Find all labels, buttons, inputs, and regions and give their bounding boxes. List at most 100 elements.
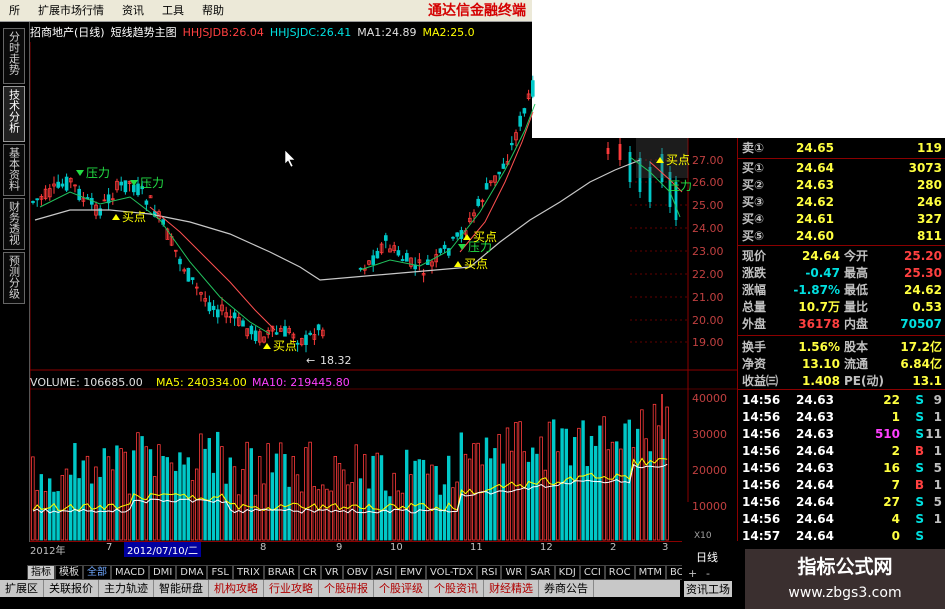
indicator-name: 短线趋势主图	[110, 26, 177, 39]
section-tab-6[interactable]: 个股研报	[319, 580, 374, 597]
indicator-tab-21[interactable]: MTM	[634, 565, 666, 580]
kline-chart[interactable]: 27.00 26.00 25.00 24.00 23.00 22.00 21.00 20.00…	[30, 42, 737, 541]
section-tab-9[interactable]: 财经精选	[484, 580, 539, 597]
stat-value-1: 1.408	[802, 374, 840, 388]
tick-side: S	[915, 495, 924, 509]
indicator-tab-20[interactable]: ROC	[604, 565, 635, 580]
price-tick-8: 19.00	[692, 336, 724, 349]
stat-label-2: 今开	[844, 249, 869, 263]
period-cycle[interactable]: 日线	[696, 549, 718, 565]
indicator-tab-0[interactable]: 指标	[27, 565, 55, 580]
indicator-tab-11[interactable]: OBV	[342, 565, 372, 580]
bid-price: 24.64	[796, 161, 834, 175]
tab-financial-label: 财务透视	[7, 201, 21, 245]
buy-signal-5: 买点	[666, 153, 690, 167]
bid-qty: 280	[916, 178, 942, 192]
indicator-tab-7[interactable]: TRIX	[232, 565, 264, 580]
tick-volume: 1	[891, 410, 900, 424]
bid-qty: 811	[916, 229, 942, 243]
indicator-tab-4[interactable]: DMI	[148, 565, 177, 580]
stat-value-1: 10.7万	[798, 300, 840, 314]
stat-value-1: -1.87%	[793, 283, 840, 297]
menu-item-help[interactable]: 帮助	[193, 0, 233, 22]
tab-intraday-label: 分时走势	[7, 31, 21, 75]
watermark-url: www.zbgs3.com	[788, 585, 902, 601]
bid-price: 24.61	[796, 212, 834, 226]
menu-item-tools[interactable]: 工具	[153, 0, 193, 22]
bid-row-2: 买② 24.63 280	[738, 177, 945, 194]
tick-side: B	[914, 478, 924, 492]
brand-title: 通达信金融终端	[428, 2, 526, 19]
bid-price: 24.63	[796, 178, 834, 192]
section-tab-1[interactable]: 关联报价	[44, 580, 99, 597]
indicator-tab-14[interactable]: VOL-TDX	[425, 565, 478, 580]
tab-financial[interactable]: 财务透视	[3, 198, 25, 250]
tick-time: 14:56	[742, 495, 781, 509]
stat-row-2: 涨幅 -1.87% 最低 24.62	[738, 282, 945, 299]
buy-signal-2: 买点	[273, 339, 297, 353]
period-month-9: 9	[336, 542, 343, 553]
indicator-tab-10[interactable]: VR	[320, 565, 343, 580]
indicator-tab-17[interactable]: SAR	[526, 565, 555, 580]
section-tab-0[interactable]: 扩展区	[0, 580, 44, 597]
section-tab-5[interactable]: 行业攻略	[264, 580, 319, 597]
bid-qty: 3073	[908, 161, 942, 175]
tick-price: 24.64	[796, 512, 834, 526]
news-workshop-button[interactable]: 资讯工场	[684, 581, 732, 597]
menu-item-0[interactable]: 所	[0, 0, 29, 22]
period-year: 2012年	[30, 546, 66, 557]
indicator-tab-15[interactable]: RSI	[477, 565, 502, 580]
hhjsjdc-label: HHJSJDC:	[269, 25, 320, 39]
stat-value-2: 13.1	[912, 374, 942, 388]
stat-value-1: 36178	[798, 317, 840, 331]
stat-row-0: 现价 24.64 今开 25.20	[738, 248, 945, 265]
tab-fundamental[interactable]: 基本资料	[3, 144, 25, 196]
tick-row: 14:56 24.63 22 S 9	[738, 392, 945, 409]
tick-side: S	[915, 393, 924, 407]
menu-item-news[interactable]: 资讯	[113, 0, 153, 22]
pressure-signal-1: 压力	[86, 166, 110, 180]
quote-divider	[738, 389, 945, 390]
zoom-in-button[interactable]: +	[688, 567, 697, 580]
stat-value-2: 70507	[900, 317, 942, 331]
tick-price: 24.63	[796, 461, 834, 475]
section-tab-8[interactable]: 个股资讯	[429, 580, 484, 597]
indicator-tab-5[interactable]: DMA	[176, 565, 208, 580]
indicator-tab-9[interactable]: CR	[299, 565, 321, 580]
quote-divider	[738, 335, 945, 336]
indicator-tab-2[interactable]: 全部	[83, 565, 111, 580]
tick-count: 1	[933, 512, 942, 526]
period-month-10: 10	[390, 542, 403, 553]
ma1-value: 24.89	[384, 25, 417, 39]
tab-technical[interactable]: 技术分析	[3, 86, 25, 142]
indicator-tab-13[interactable]: EMV	[396, 565, 426, 580]
bid-row-4: 买④ 24.61 327	[738, 211, 945, 228]
section-tab-3[interactable]: 智能研盘	[154, 580, 209, 597]
section-tab-10[interactable]: 券商公告	[539, 580, 594, 597]
stat-row-4: 外盘 36178 内盘 70507	[738, 316, 945, 333]
bid-price: 24.60	[796, 229, 834, 243]
price-tick-6: 21.00	[692, 291, 724, 304]
tick-volume: 510	[874, 427, 900, 441]
section-tab-7[interactable]: 个股评级	[374, 580, 429, 597]
zoom-out-button[interactable]: -	[706, 567, 710, 580]
stat-value-1: -0.47	[805, 266, 840, 280]
stat-label-1: 现价	[742, 249, 767, 263]
menu-item-market[interactable]: 扩展市场行情	[29, 0, 113, 22]
indicator-tab-1[interactable]: 模板	[55, 565, 83, 580]
indicator-tab-19[interactable]: CCI	[579, 565, 605, 580]
indicator-tab-8[interactable]: BRAR	[263, 565, 299, 580]
stat-label-2: 内盘	[844, 317, 869, 331]
indicator-tab-3[interactable]: MACD	[111, 565, 149, 580]
indicator-tab-6[interactable]: FSL	[207, 565, 233, 580]
tab-forecast[interactable]: 预测分级	[3, 252, 25, 304]
indicator-tab-16[interactable]: WR	[501, 565, 527, 580]
tab-intraday[interactable]: 分时走势	[3, 28, 25, 84]
section-tab-4[interactable]: 机构攻略	[209, 580, 264, 597]
buy-signal-4: 买点	[473, 230, 497, 244]
indicator-tab-18[interactable]: KDJ	[554, 565, 580, 580]
section-tab-2[interactable]: 主力轨迹	[99, 580, 154, 597]
indicator-tab-12[interactable]: ASI	[372, 565, 397, 580]
stat-value-2: 24.62	[904, 283, 942, 297]
ask-price: 24.65	[796, 141, 834, 155]
